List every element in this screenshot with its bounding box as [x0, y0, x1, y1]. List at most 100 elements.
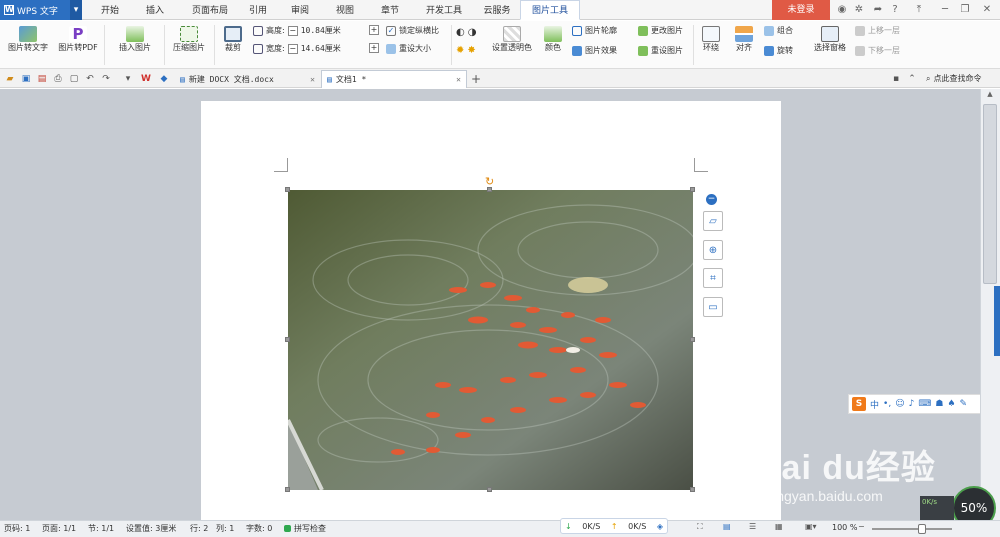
redo-icon[interactable]: ↷: [100, 73, 112, 85]
tab-close-icon[interactable]: ✕: [310, 75, 315, 84]
message-icon[interactable]: ▪: [890, 73, 902, 85]
print-preview-icon[interactable]: ▢: [68, 73, 80, 85]
status-words[interactable]: 字数: 0: [246, 523, 272, 534]
ime-mode-label[interactable]: 中: [870, 398, 879, 411]
wps-home-icon[interactable]: W: [140, 73, 152, 85]
voice-icon[interactable]: ♪: [909, 399, 915, 409]
new-tab-plus-icon[interactable]: +: [470, 73, 482, 85]
collapse-ribbon-icon[interactable]: ⌃: [906, 73, 918, 85]
crop-button[interactable]: 裁剪: [218, 26, 248, 53]
lock-ratio-checkbox[interactable]: ✓ 锁定纵横比: [386, 25, 439, 36]
close-icon[interactable]: ✕: [980, 3, 994, 17]
tab-review[interactable]: 审阅: [280, 0, 320, 20]
command-search[interactable]: ⌕ 点此查找命令: [926, 73, 981, 84]
page-view-icon[interactable]: ▤: [723, 522, 731, 531]
compress-picture-button[interactable]: 压缩图片: [168, 26, 210, 53]
selected-picture[interactable]: [288, 190, 693, 490]
resize-handle[interactable]: [690, 487, 695, 492]
tab-close-icon[interactable]: ✕: [456, 75, 461, 84]
save-icon[interactable]: ▣: [20, 73, 32, 85]
crop-picture-icon[interactable]: ⌗: [703, 268, 723, 288]
undo-icon[interactable]: ↶: [84, 73, 96, 85]
keyboard-icon[interactable]: ⌨: [918, 399, 931, 409]
web-view-icon[interactable]: ▦: [775, 522, 783, 531]
zoom-slider-thumb[interactable]: [918, 524, 926, 534]
print-icon[interactable]: ⎙: [52, 73, 64, 85]
minimize-icon[interactable]: ─: [938, 3, 952, 17]
resize-handle[interactable]: [285, 337, 290, 342]
brightness-buttons[interactable]: ✹ ✸: [456, 45, 476, 56]
color-button[interactable]: 颜色: [540, 26, 566, 53]
align-button[interactable]: 对齐: [731, 26, 757, 53]
selection-pane-button[interactable]: 选择窗格: [810, 26, 850, 53]
resize-handle[interactable]: [487, 187, 492, 192]
network-monitor[interactable]: ↓ 0K/S ↑ 0K/S ◈: [560, 518, 668, 534]
tab-view[interactable]: 视图: [325, 0, 365, 20]
resize-handle[interactable]: [285, 487, 290, 492]
customize-chevron-icon[interactable]: ▾: [122, 73, 134, 85]
resize-handle[interactable]: [285, 187, 290, 192]
insert-picture-button[interactable]: 插入图片: [110, 26, 160, 53]
width-field[interactable]: 14.64厘米: [301, 43, 341, 54]
rotate-button[interactable]: 旋转: [764, 45, 793, 56]
pic-to-text-button[interactable]: 图片转文字: [4, 26, 52, 53]
resize-handle[interactable]: [690, 187, 695, 192]
punct-icon[interactable]: •,: [883, 399, 891, 409]
zoom-level[interactable]: 100 %: [832, 523, 857, 532]
wrap-button[interactable]: 环绕: [698, 26, 724, 53]
upload-icon[interactable]: ⤒: [912, 3, 926, 17]
collapse-minus-icon[interactable]: −: [706, 194, 717, 205]
zoom-slider-track[interactable]: [872, 528, 952, 530]
full-screen-icon[interactable]: ⛶: [697, 522, 703, 532]
zoom-out-icon[interactable]: −: [858, 522, 865, 531]
resize-handle[interactable]: [690, 337, 695, 342]
outline-view-icon[interactable]: ☰: [749, 522, 756, 531]
users-icon[interactable]: ☗: [935, 399, 943, 409]
tab-page-layout[interactable]: 页面布局: [182, 0, 238, 20]
export-pdf-icon[interactable]: ▤: [36, 73, 48, 85]
tab-developer[interactable]: 开发工具: [416, 0, 472, 20]
bring-forward-button[interactable]: 上移一层: [855, 25, 900, 36]
contrast-buttons[interactable]: ◐ ◑: [456, 27, 476, 38]
open-icon[interactable]: ▰: [4, 73, 16, 85]
scroll-thumb[interactable]: [983, 104, 997, 284]
tab-picture-tools[interactable]: 图片工具: [520, 0, 580, 20]
side-panel-toggle[interactable]: [994, 286, 1000, 356]
tab-cloud[interactable]: 云服务: [474, 0, 520, 20]
layout-options-icon[interactable]: ▱: [703, 211, 723, 231]
cloud-doc-icon[interactable]: ◆: [158, 73, 170, 85]
group-button[interactable]: 组合: [764, 25, 793, 36]
tab-chapter[interactable]: 章节: [370, 0, 410, 20]
set-transparent-button[interactable]: 设置透明色: [488, 26, 536, 53]
resize-handle[interactable]: [487, 487, 492, 492]
tab-references[interactable]: 引用: [240, 0, 276, 20]
spell-check-toggle[interactable]: 拼写检查: [284, 523, 326, 534]
tab-home[interactable]: 开始: [90, 0, 130, 20]
zoom-picture-icon[interactable]: ⊕: [703, 240, 723, 260]
send-backward-button[interactable]: 下移一层: [855, 45, 900, 56]
change-picture-button[interactable]: 更改图片: [638, 25, 683, 36]
width-increase-button[interactable]: +: [369, 43, 379, 53]
width-decrease-button[interactable]: −: [287, 43, 298, 54]
doc-tab-active[interactable]: ▤ 文档1 * ✕: [321, 70, 467, 88]
picture-outline-button[interactable]: 图片轮廓: [572, 25, 617, 36]
settings-icon[interactable]: ✲: [852, 3, 866, 17]
login-button[interactable]: 未登录: [772, 0, 830, 20]
skin-icon[interactable]: ◉: [835, 3, 849, 17]
help-icon[interactable]: ?: [888, 3, 902, 17]
doc-tab[interactable]: ▤ 新建 DOCX 文档.docx ✕: [175, 70, 320, 88]
height-increase-button[interactable]: +: [369, 25, 379, 35]
ime-toolbar[interactable]: S 中 •, ☺ ♪ ⌨ ☗ ♠ ✎: [848, 394, 998, 414]
tab-insert[interactable]: 插入: [135, 0, 175, 20]
skin-shirt-icon[interactable]: ♠: [947, 399, 955, 409]
height-decrease-button[interactable]: −: [287, 25, 298, 36]
app-menu-button[interactable]: W WPS 文字 ▾: [0, 0, 82, 20]
reading-mode-icon[interactable]: ▣▾: [805, 522, 817, 531]
share-icon[interactable]: ➦: [870, 3, 886, 17]
reset-picture-button[interactable]: 重设图片: [638, 45, 683, 56]
pic-to-pdf-button[interactable]: P 图片转PDF: [56, 26, 100, 53]
picture-effect-button[interactable]: 图片效果: [572, 45, 617, 56]
picture-border-icon[interactable]: ▭: [703, 297, 723, 317]
emoji-icon[interactable]: ☺: [895, 399, 904, 409]
tools-icon[interactable]: ✎: [959, 399, 967, 409]
